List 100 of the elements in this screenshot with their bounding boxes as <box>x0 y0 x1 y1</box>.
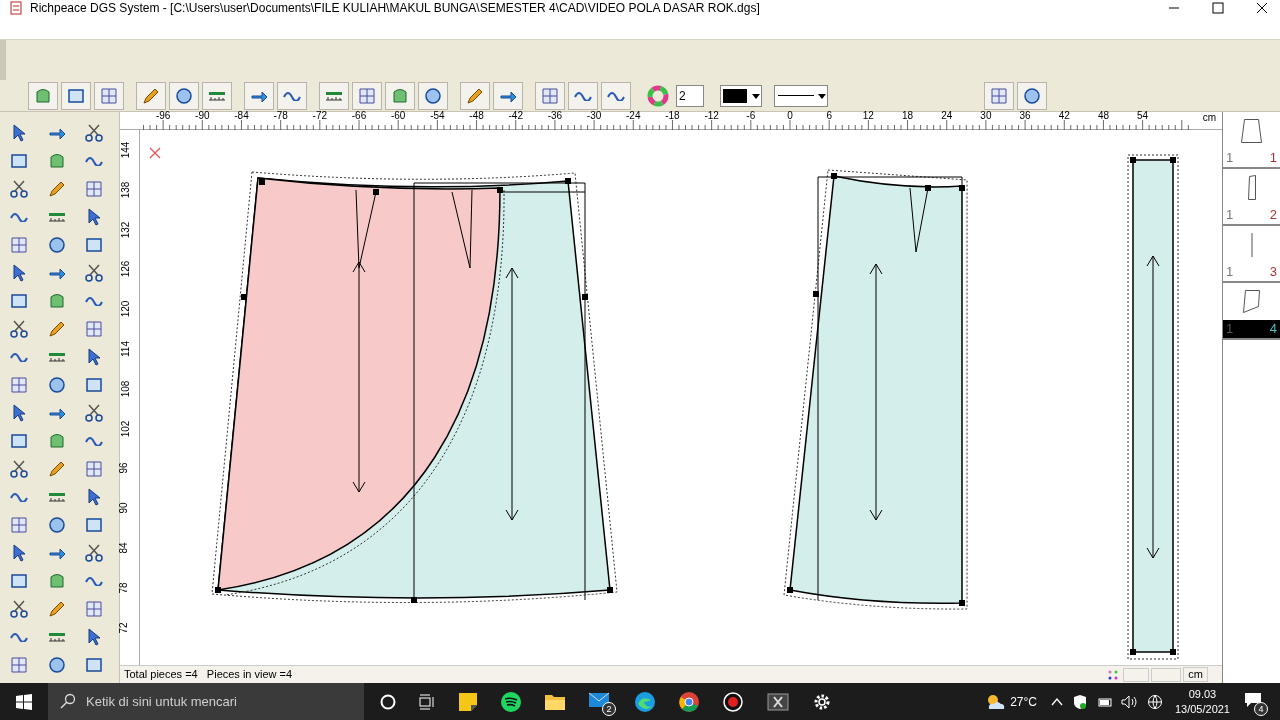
pencil-icon <box>46 459 67 479</box>
grid-icon <box>84 319 105 339</box>
color-dropdown[interactable] <box>720 84 762 107</box>
grid-icon <box>84 599 105 619</box>
ruler-label: 54 <box>1137 110 1149 122</box>
maximize-icon[interactable] <box>1212 2 1224 14</box>
ruler-label: 144 <box>120 141 133 159</box>
chevron-up-icon[interactable] <box>1050 696 1063 707</box>
tool-button[interactable] <box>385 81 415 110</box>
status-unit: cm <box>1183 667 1208 682</box>
app-window-icon[interactable] <box>766 690 790 713</box>
ruler-label: 24 <box>941 110 953 122</box>
ruler-label: 114 <box>120 341 132 357</box>
scissors-icon <box>9 459 29 479</box>
ruler-label: -30 <box>586 110 602 122</box>
speaker-icon[interactable] <box>1120 694 1139 709</box>
browser-icon[interactable] <box>678 690 700 713</box>
wave-icon <box>9 632 29 642</box>
record-icon[interactable] <box>722 690 744 713</box>
tool-button[interactable] <box>28 81 58 110</box>
piece-outline-icon <box>1247 175 1256 200</box>
music-app-icon[interactable] <box>500 690 522 713</box>
pen-width-field[interactable]: 2 <box>676 84 704 107</box>
browser-icon[interactable] <box>634 690 656 713</box>
wave-icon <box>282 90 302 101</box>
pencil-icon <box>46 179 67 199</box>
tool-button[interactable] <box>493 81 523 110</box>
tool-button[interactable] <box>202 81 232 110</box>
tool-button[interactable] <box>601 81 631 110</box>
shield-icon[interactable] <box>1072 693 1087 710</box>
folder-icon[interactable] <box>544 692 566 711</box>
circle-icon <box>46 375 67 395</box>
ruler-label: 120 <box>120 300 133 318</box>
circle-icon <box>46 235 67 255</box>
tool-button[interactable] <box>244 81 274 110</box>
ruler-label: 90 <box>117 502 130 514</box>
mail-icon[interactable] <box>588 691 610 708</box>
circle-icon <box>423 85 443 106</box>
ruler-label: 126 <box>120 261 133 278</box>
ruler-label: 0 <box>787 110 793 122</box>
color-dots-icon <box>1107 668 1120 681</box>
weather-text[interactable]: 27°C <box>1010 692 1037 711</box>
search-field[interactable]: Ketik di sini untuk mencari <box>48 683 364 720</box>
cortana-icon[interactable] <box>380 693 396 710</box>
ruler-label: -60 <box>390 110 406 122</box>
clock-date[interactable]: 13/05/2021 <box>1174 701 1230 717</box>
ruler-label: -42 <box>508 110 523 122</box>
ruler-label: -84 <box>234 110 249 122</box>
globe-icon[interactable] <box>1146 693 1163 710</box>
scissors-icon <box>9 599 29 619</box>
close-icon[interactable] <box>1256 2 1268 14</box>
tool-button[interactable] <box>460 81 490 110</box>
sticky-notes-icon[interactable] <box>458 691 478 712</box>
tool-button[interactable] <box>277 81 307 110</box>
wave-icon <box>84 576 105 586</box>
ruler-label: -90 <box>195 110 210 122</box>
tool-button[interactable] <box>568 81 598 110</box>
windows-logo-icon <box>16 693 32 710</box>
ruler-label: 78 <box>117 582 130 594</box>
piece-outline-icon <box>1250 232 1253 257</box>
ruler-label: 84 <box>117 542 130 554</box>
scissors-icon <box>84 543 105 563</box>
piece-count: 1 <box>1226 263 1234 281</box>
ruler-label: 138 <box>120 181 133 199</box>
tool-button[interactable] <box>319 81 349 110</box>
scissors-icon <box>84 263 105 283</box>
wave-icon <box>84 436 105 446</box>
ruler-label: -54 <box>430 110 445 122</box>
task-view-icon[interactable] <box>418 693 436 710</box>
wave-icon <box>606 90 626 101</box>
scissors-icon <box>84 403 105 423</box>
wave-icon <box>9 212 29 222</box>
ruler-label: 48 <box>1097 110 1109 122</box>
piece-number: 4 <box>1269 320 1277 338</box>
square-icon <box>84 655 105 675</box>
ruler-label: -24 <box>626 110 641 122</box>
notification-icon[interactable] <box>1244 691 1262 708</box>
tool-button[interactable] <box>61 81 91 110</box>
grid-icon <box>540 85 560 106</box>
ruler-label: 96 <box>117 462 130 474</box>
piece-number: 2 <box>1269 206 1277 224</box>
tool-button[interactable] <box>136 81 166 110</box>
square-icon <box>84 235 105 255</box>
ruler-label: 12 <box>862 110 874 122</box>
ruler-label: 132 <box>120 221 133 238</box>
ruler-label: 18 <box>901 110 914 122</box>
piece-count: 1 <box>1226 320 1234 338</box>
grid-icon <box>9 515 29 535</box>
tool-button[interactable] <box>1017 81 1047 110</box>
clock-time[interactable]: 09.03 <box>1188 686 1217 702</box>
ruler-label: -78 <box>273 110 288 122</box>
square-icon <box>84 375 105 395</box>
grid-icon <box>9 235 29 255</box>
tool-button[interactable] <box>418 81 448 110</box>
circle-icon <box>46 655 67 675</box>
tool-button[interactable] <box>169 81 199 110</box>
ruler-label: -96 <box>155 110 171 122</box>
square-icon <box>9 431 29 451</box>
square-icon <box>84 515 105 535</box>
line-style-dropdown[interactable] <box>774 84 828 107</box>
